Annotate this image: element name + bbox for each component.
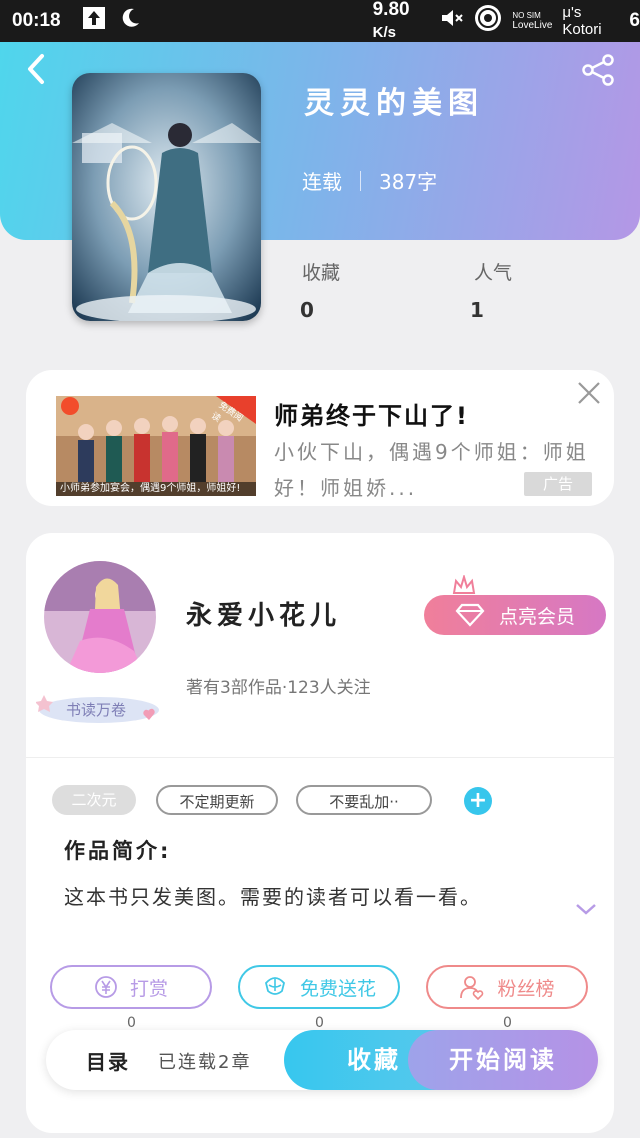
tag-item[interactable]: 不要乱加·· <box>296 785 432 815</box>
speed-unit: K/s <box>372 24 396 41</box>
start-reading-button[interactable]: 开始阅读 <box>408 1030 598 1090</box>
moon-icon <box>119 7 141 35</box>
fans-rank-label: 粉丝榜 <box>497 977 555 1000</box>
section-divider <box>26 757 614 758</box>
favorites-label: 收藏 <box>302 262 341 284</box>
popularity-count: 1 <box>470 298 484 322</box>
intro-text: 这本书只发美图。需要的读者可以看一看。 <box>64 885 482 909</box>
fans-icon <box>459 974 485 1000</box>
reader-badge-label: 书读万卷 <box>66 701 127 719</box>
share-button[interactable] <box>580 54 616 90</box>
serial-status: 连载 <box>302 170 342 194</box>
tip-label: 打赏 <box>129 977 168 1000</box>
fans-count: 0 <box>503 1015 512 1031</box>
author-name[interactable]: 永爱小花儿 <box>186 595 341 632</box>
tip-count: 0 <box>127 1015 136 1031</box>
reader-badge: 书读万卷 <box>36 691 162 725</box>
send-flower-label: 免费送花 <box>299 977 376 1000</box>
popularity-label: 人气 <box>474 262 513 284</box>
ad-image[interactable]: 免费阅读 小师弟参加宴会，偶遇9个师姐，师姐好! <box>56 396 256 496</box>
add-tag-button[interactable]: + <box>464 787 492 815</box>
favorites-count: 0 <box>300 298 314 322</box>
mute-icon <box>440 7 464 35</box>
status-divider <box>360 170 361 191</box>
sim-subtext: LoveLive <box>512 20 553 31</box>
tip-button[interactable]: 打赏 <box>50 965 212 1009</box>
flower-icon <box>262 975 288 999</box>
chapter-count: 已连载2章 <box>158 1052 252 1073</box>
close-icon <box>578 382 600 404</box>
bottom-action-bar: 目录 已连载2章 收藏 开始阅读 <box>46 1030 598 1090</box>
intro-heading: 作品简介: <box>64 839 172 863</box>
avatar[interactable] <box>44 561 156 673</box>
upload-icon <box>82 7 105 35</box>
carrier-name: μ's Kotori <box>562 4 602 38</box>
ad-image-caption: 小师弟参加宴会，偶遇9个师姐，师姐好! <box>60 483 241 494</box>
status-time: 00:18 <box>12 10 61 31</box>
ad-banner[interactable]: 免费阅读 小师弟参加宴会，偶遇9个师姐，师姐好! 师弟终于下山了! 小伙下山，偶… <box>26 370 614 506</box>
back-icon <box>28 54 44 84</box>
diamond-icon <box>455 603 485 627</box>
ad-badge: 广告 <box>524 472 592 496</box>
author-meta: 著有3部作品·123人关注 <box>186 678 371 698</box>
table-of-contents-button[interactable]: 目录 <box>86 1046 130 1075</box>
flower-count: 0 <box>315 1015 324 1031</box>
tag-item[interactable]: 不定期更新 <box>156 785 278 815</box>
plus-icon: + <box>468 788 488 813</box>
share-icon <box>582 54 614 86</box>
network-speed: 9.80 K/s <box>373 0 429 43</box>
battery-level: 6 <box>629 10 640 31</box>
back-button[interactable] <box>22 52 50 90</box>
tag-item[interactable]: 二次元 <box>52 785 136 815</box>
ad-close-button[interactable] <box>574 378 604 412</box>
status-bar: 00:18 9.80 K/s NO SIM LoveLive μ's Kotor… <box>0 0 640 42</box>
word-count: 387字 <box>379 170 438 194</box>
sim-status: NO SIM LoveLive <box>512 11 552 31</box>
yen-icon <box>94 975 118 999</box>
send-flower-button[interactable]: 免费送花 <box>238 965 400 1009</box>
vip-button[interactable]: 点亮会员 <box>424 595 606 635</box>
expand-intro-button[interactable] <box>574 901 598 921</box>
sim-icon <box>474 4 502 38</box>
ad-title[interactable]: 师弟终于下山了! <box>274 396 469 431</box>
book-title: 灵灵的美图 <box>304 86 484 121</box>
vip-button-label: 点亮会员 <box>498 605 575 628</box>
speed-value: 9.80 <box>372 0 410 20</box>
book-status-line: 连载 387字 <box>302 166 437 195</box>
book-cover[interactable] <box>72 73 261 321</box>
ad-badge-label: 广告 <box>542 475 573 493</box>
chevron-down-icon <box>576 904 596 915</box>
fans-rank-button[interactable]: 粉丝榜 <box>426 965 588 1009</box>
